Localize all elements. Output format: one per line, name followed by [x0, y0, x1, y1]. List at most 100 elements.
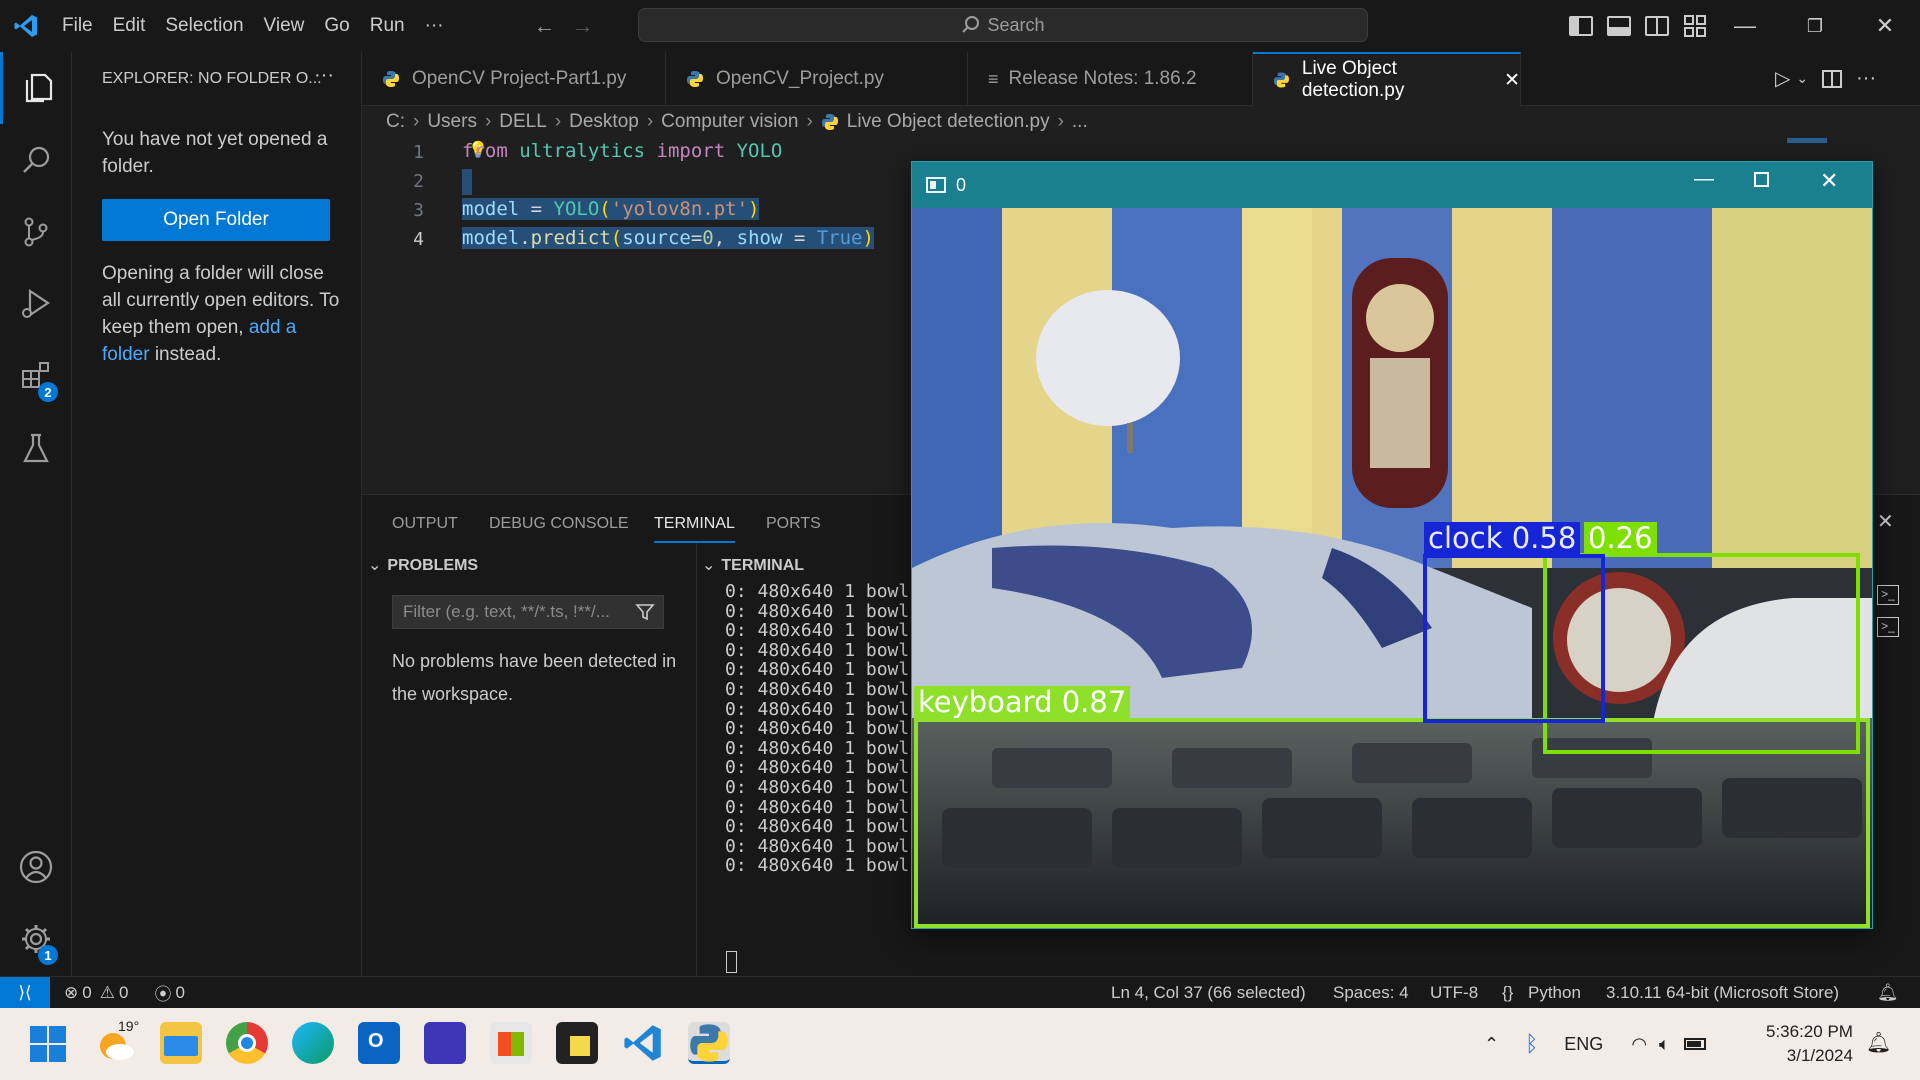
chevron-down-icon: ⌄ [702, 557, 716, 574]
tab-release-notes[interactable]: ≡ Release Notes: 1.86.2 [968, 52, 1253, 106]
language-mode[interactable]: Python [1528, 983, 1581, 1003]
menu-view[interactable]: View [254, 0, 315, 52]
clipchamp-icon[interactable] [424, 1022, 466, 1064]
tab-ports[interactable]: PORTS [766, 515, 821, 533]
crumb-computer-vision[interactable]: Computer vision [661, 111, 798, 133]
editor-more-icon[interactable]: ··· [1856, 67, 1876, 90]
crumb-symbol[interactable]: ... [1072, 111, 1088, 133]
explorer-activity[interactable] [0, 52, 72, 124]
chrome-icon[interactable] [226, 1022, 268, 1064]
accounts-activity[interactable] [0, 831, 72, 903]
encoding[interactable]: UTF-8 [1430, 983, 1478, 1003]
filter-icon[interactable] [635, 602, 655, 622]
outlook-icon[interactable]: O [358, 1022, 400, 1064]
minimize-icon[interactable]: — [1694, 168, 1714, 191]
close-panel-icon[interactable]: ✕ [1877, 509, 1894, 534]
run-debug-activity[interactable] [0, 268, 72, 340]
sticky-notes-icon[interactable] [556, 1022, 598, 1064]
camera-window[interactable]: 0 — ✕ clock 0.58 0.26 keyboard 0.87 [911, 161, 1873, 929]
crumb-file[interactable]: Live Object detection.py [847, 111, 1050, 133]
crumb-dell[interactable]: DELL [499, 111, 547, 133]
close-tab-icon[interactable]: ✕ [1504, 69, 1520, 92]
back-arrow-icon[interactable]: ← [534, 13, 556, 39]
indentation[interactable]: Spaces: 4 [1333, 983, 1409, 1003]
no-problems-message: No problems have been detected in the wo… [392, 651, 677, 704]
source-control-activity[interactable] [0, 196, 72, 268]
restore-icon[interactable]: ❐ [1780, 16, 1850, 37]
close-icon[interactable]: ✕ [1820, 168, 1838, 194]
manage-activity[interactable]: 1 [0, 903, 72, 975]
testing-activity[interactable] [0, 412, 72, 484]
python-app-icon[interactable] [688, 1022, 730, 1064]
error-count[interactable]: 0 [82, 983, 91, 1003]
forward-arrow-icon[interactable]: → [572, 13, 594, 39]
chevron-up-icon[interactable]: ⌃ [1484, 1034, 1499, 1055]
tab-output[interactable]: OUTPUT [392, 515, 458, 533]
tab-live-object-detection[interactable]: Live Object detection.py ✕ [1253, 52, 1521, 106]
volume-icon[interactable]: 🔈︎ [1659, 1034, 1670, 1055]
line-number: 2 [413, 171, 424, 192]
edge-icon[interactable] [292, 1022, 334, 1064]
microsoft-store-icon[interactable] [490, 1022, 532, 1064]
menu-selection[interactable]: Selection [155, 0, 253, 52]
terminal-header[interactable]: ⌄ TERMINAL [702, 555, 804, 575]
vscode-taskbar-icon[interactable] [622, 1022, 664, 1064]
terminal-line: 0: 480x640 1 bowl [725, 816, 910, 838]
clock-label: clock 0.58 [1424, 522, 1581, 554]
battery-icon[interactable] [1683, 1038, 1706, 1050]
braces-icon: {} [1502, 982, 1514, 1002]
toggle-secondary-sidebar-icon[interactable] [1645, 16, 1669, 36]
release-notes-icon: ≡ [988, 68, 999, 89]
explorer-more-button[interactable]: ··· [314, 64, 334, 87]
cursor-position[interactable]: Ln 4, Col 37 (66 selected) [1111, 983, 1306, 1003]
toggle-panel-icon[interactable] [1607, 16, 1631, 36]
system-tray: ⌃ ᛒ ENG ◠ 🔈︎ [1484, 1008, 1706, 1080]
tab-opencv-project[interactable]: OpenCV_Project.py [666, 52, 968, 106]
menu-more[interactable]: ··· [415, 0, 454, 52]
tab-terminal[interactable]: TERMINAL [654, 515, 735, 543]
notification-icon[interactable]: 🔔︎ [1866, 1030, 1891, 1055]
run-file-icon[interactable]: ▷ [1775, 66, 1790, 91]
menu-run[interactable]: Run [360, 0, 415, 52]
minimize-icon[interactable]: — [1710, 13, 1780, 39]
command-search-box[interactable]: Search [638, 8, 1368, 42]
bell-icon[interactable]: 🔔︎ [1877, 983, 1899, 1003]
minimap[interactable] [1787, 138, 1827, 143]
bowl-score-label: 0.26 [1584, 522, 1657, 554]
weather-widget-icon[interactable]: 19° [96, 1018, 139, 1064]
bluetooth-icon[interactable]: ᛒ [1525, 1031, 1538, 1057]
customize-layout-icon[interactable] [1683, 14, 1707, 38]
search-activity[interactable] [0, 124, 72, 196]
menu-go[interactable]: Go [314, 0, 359, 52]
open-folder-button[interactable]: Open Folder [102, 199, 330, 241]
close-window-icon[interactable]: ✕ [1850, 13, 1920, 39]
tab-opencv-part1[interactable]: OpenCV Project-Part1.py [362, 52, 666, 106]
extensions-activity[interactable]: 2 [0, 340, 72, 412]
menu-edit[interactable]: Edit [103, 0, 156, 52]
warning-count[interactable]: 0 [119, 983, 128, 1003]
problems-filter-input[interactable]: Filter (e.g. text, **/*.ts, !**/... [392, 595, 664, 629]
python-file-icon [1273, 72, 1289, 88]
ports-count[interactable]: 0 [175, 983, 184, 1003]
chevron-down-icon[interactable]: ⌄ [1796, 70, 1808, 87]
toggle-sidebar-icon[interactable] [1569, 16, 1593, 36]
input-language[interactable]: ENG [1564, 1034, 1603, 1055]
terminal-instance-icon[interactable]: >_ [1877, 617, 1899, 637]
crumb-desktop[interactable]: Desktop [569, 111, 639, 133]
file-explorer-icon[interactable] [160, 1022, 202, 1064]
crumb-users[interactable]: Users [427, 111, 477, 133]
tab-debug-console[interactable]: DEBUG CONSOLE [489, 515, 629, 533]
python-interpreter[interactable]: 3.10.11 64-bit (Microsoft Store) [1606, 983, 1839, 1003]
windows-start-icon[interactable] [28, 1024, 68, 1064]
clock[interactable]: 5:36:20 PM 3/1/2024 [1766, 1020, 1853, 1068]
problems-header[interactable]: ⌄ PROBLEMS [368, 555, 478, 575]
crumb-drive[interactable]: C: [386, 111, 405, 133]
wifi-icon[interactable]: ◠ [1631, 1034, 1647, 1055]
menu-file[interactable]: File [52, 0, 103, 52]
python-file-icon [383, 71, 399, 87]
open-folder-info: Opening a folder will close all currentl… [102, 260, 342, 368]
terminal-instance-icon[interactable]: >_ [1877, 585, 1899, 605]
split-editor-icon[interactable] [1822, 69, 1843, 88]
maximize-icon[interactable] [1754, 172, 1769, 187]
remote-indicator-icon[interactable]: ⟩⟨ [0, 976, 50, 1009]
